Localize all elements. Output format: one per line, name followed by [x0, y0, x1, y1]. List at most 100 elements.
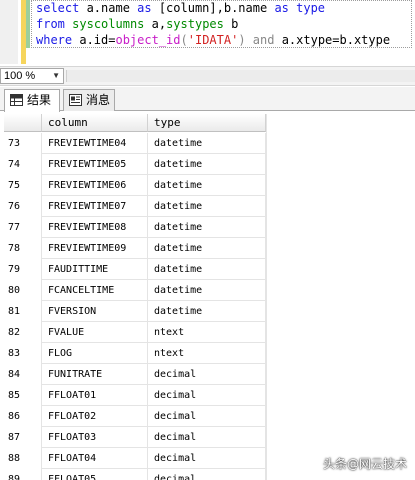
column-name-cell[interactable]: FFLOAT05	[42, 469, 148, 480]
column-name-cell[interactable]: FREVIEWTIME07	[42, 196, 148, 217]
message-icon	[69, 94, 82, 106]
editor-gutter	[0, 0, 18, 64]
code-text: a.id=	[72, 33, 116, 47]
table-row[interactable]: 75 FREVIEWTIME06 datetime	[4, 175, 266, 196]
row-number-cell[interactable]: 84	[4, 364, 42, 385]
table-row[interactable]: 82 FVALUE ntext	[4, 322, 266, 343]
column-header-column[interactable]: column	[42, 114, 148, 132]
type-cell[interactable]: datetime	[148, 196, 266, 217]
column-name-cell[interactable]: FFLOAT01	[42, 385, 148, 406]
code-text: b	[223, 17, 239, 31]
row-number-cell[interactable]: 74	[4, 154, 42, 175]
code-text: a,	[144, 17, 167, 31]
row-number-cell[interactable]: 87	[4, 427, 42, 448]
code-line-2[interactable]: from syscolumns a,systypes b	[36, 16, 238, 32]
grid-edge-line	[266, 114, 267, 480]
tab-results-label: 结果	[27, 93, 52, 107]
column-name-cell[interactable]: FLOG	[42, 343, 148, 364]
column-name-cell[interactable]: FREVIEWTIME06	[42, 175, 148, 196]
row-number-cell[interactable]: 79	[4, 259, 42, 280]
column-name-cell[interactable]: FREVIEWTIME05	[42, 154, 148, 175]
row-number-cell[interactable]: 75	[4, 175, 42, 196]
type-cell[interactable]: datetime	[148, 238, 266, 259]
column-name-cell[interactable]: FFLOAT04	[42, 448, 148, 469]
type-cell[interactable]: decimal	[148, 469, 266, 480]
grid-corner-cell[interactable]	[4, 114, 42, 132]
row-number-cell[interactable]: 77	[4, 217, 42, 238]
type-cell[interactable]: datetime	[148, 175, 266, 196]
tab-results[interactable]: 结果	[4, 89, 60, 112]
type-cell[interactable]: datetime	[148, 154, 266, 175]
type-cell[interactable]: decimal	[148, 427, 266, 448]
type-cell[interactable]: ntext	[148, 322, 266, 343]
table-row[interactable]: 86 FFLOAT02 decimal	[4, 406, 266, 427]
keyword: as	[274, 1, 289, 15]
zoom-select[interactable]: 100 % ▼	[0, 68, 64, 84]
row-number-cell[interactable]: 88	[4, 448, 42, 469]
row-number-cell[interactable]: 85	[4, 385, 42, 406]
table-row[interactable]: 87 FFLOAT03 decimal	[4, 427, 266, 448]
column-name-cell[interactable]: FREVIEWTIME09	[42, 238, 148, 259]
keyword: as	[137, 1, 152, 15]
type-cell[interactable]: decimal	[148, 385, 266, 406]
column-name-cell[interactable]: FREVIEWTIME08	[42, 217, 148, 238]
keyword: select	[36, 1, 80, 15]
code-text: [column],b.name	[151, 1, 275, 15]
table-row[interactable]: 79 FAUDITTIME datetime	[4, 259, 266, 280]
code-text: )	[238, 33, 253, 47]
horizontal-scrollbar[interactable]	[66, 70, 415, 82]
column-header-type[interactable]: type	[148, 114, 266, 132]
tab-messages[interactable]: 消息	[63, 89, 115, 111]
type-cell[interactable]: decimal	[148, 448, 266, 469]
type-cell[interactable]: datetime	[148, 259, 266, 280]
sql-editor[interactable]: select a.name as [column],b.name as type…	[0, 0, 415, 64]
column-name-cell[interactable]: FCANCELTIME	[42, 280, 148, 301]
row-number-cell[interactable]: 76	[4, 196, 42, 217]
type-cell[interactable]: decimal	[148, 406, 266, 427]
table-row[interactable]: 88 FFLOAT04 decimal	[4, 448, 266, 469]
row-number-cell[interactable]: 83	[4, 343, 42, 364]
column-name-cell[interactable]: FREVIEWTIME04	[42, 133, 148, 154]
type-cell[interactable]: decimal	[148, 364, 266, 385]
object-name: systypes	[166, 17, 224, 31]
table-row[interactable]: 83 FLOG ntext	[4, 343, 266, 364]
table-row[interactable]: 78 FREVIEWTIME09 datetime	[4, 238, 266, 259]
row-number-cell[interactable]: 80	[4, 280, 42, 301]
column-name-cell[interactable]: FFLOAT02	[42, 406, 148, 427]
type-cell[interactable]: datetime	[148, 280, 266, 301]
column-name-cell[interactable]: FUNITRATE	[42, 364, 148, 385]
table-row[interactable]: 76 FREVIEWTIME07 datetime	[4, 196, 266, 217]
grid-header-row: column type	[4, 114, 266, 132]
type-cell[interactable]: datetime	[148, 217, 266, 238]
code-text: a.name	[79, 1, 138, 15]
table-row[interactable]: 80 FCANCELTIME datetime	[4, 280, 266, 301]
keyword: type	[296, 1, 326, 15]
table-row[interactable]: 85 FFLOAT01 decimal	[4, 385, 266, 406]
row-number-cell[interactable]: 89	[4, 469, 42, 480]
column-name-cell[interactable]: FAUDITTIME	[42, 259, 148, 280]
results-tab-bar: 结果 消息	[0, 87, 415, 112]
code-text: a.xtype=b.xtype	[274, 33, 391, 47]
table-row[interactable]: 77 FREVIEWTIME08 datetime	[4, 217, 266, 238]
code-line-3[interactable]: where a.id=object_id('IDATA') and a.xtyp…	[36, 32, 390, 48]
chevron-down-icon[interactable]: ▼	[52, 69, 60, 83]
type-cell[interactable]: datetime	[148, 133, 266, 154]
row-number-cell[interactable]: 78	[4, 238, 42, 259]
table-row[interactable]: 73 FREVIEWTIME04 datetime	[4, 133, 266, 154]
row-number-cell[interactable]: 73	[4, 133, 42, 154]
column-name-cell[interactable]: FVALUE	[42, 322, 148, 343]
results-grid[interactable]: column type 73 FREVIEWTIME04 datetime 74 FRE…	[0, 112, 415, 480]
zoom-bar: 100 % ▼	[0, 66, 415, 86]
table-row[interactable]: 84 FUNITRATE decimal	[4, 364, 266, 385]
table-row[interactable]: 89 FFLOAT05 decimal	[4, 469, 266, 480]
type-cell[interactable]: ntext	[148, 343, 266, 364]
type-cell[interactable]: datetime	[148, 301, 266, 322]
table-row[interactable]: 81 FVERSION datetime	[4, 301, 266, 322]
table-row[interactable]: 74 FREVIEWTIME05 datetime	[4, 154, 266, 175]
column-name-cell[interactable]: FFLOAT03	[42, 427, 148, 448]
column-name-cell[interactable]: FVERSION	[42, 301, 148, 322]
row-number-cell[interactable]: 81	[4, 301, 42, 322]
row-number-cell[interactable]: 82	[4, 322, 42, 343]
code-line-1[interactable]: select a.name as [column],b.name as type	[36, 0, 325, 16]
row-number-cell[interactable]: 86	[4, 406, 42, 427]
